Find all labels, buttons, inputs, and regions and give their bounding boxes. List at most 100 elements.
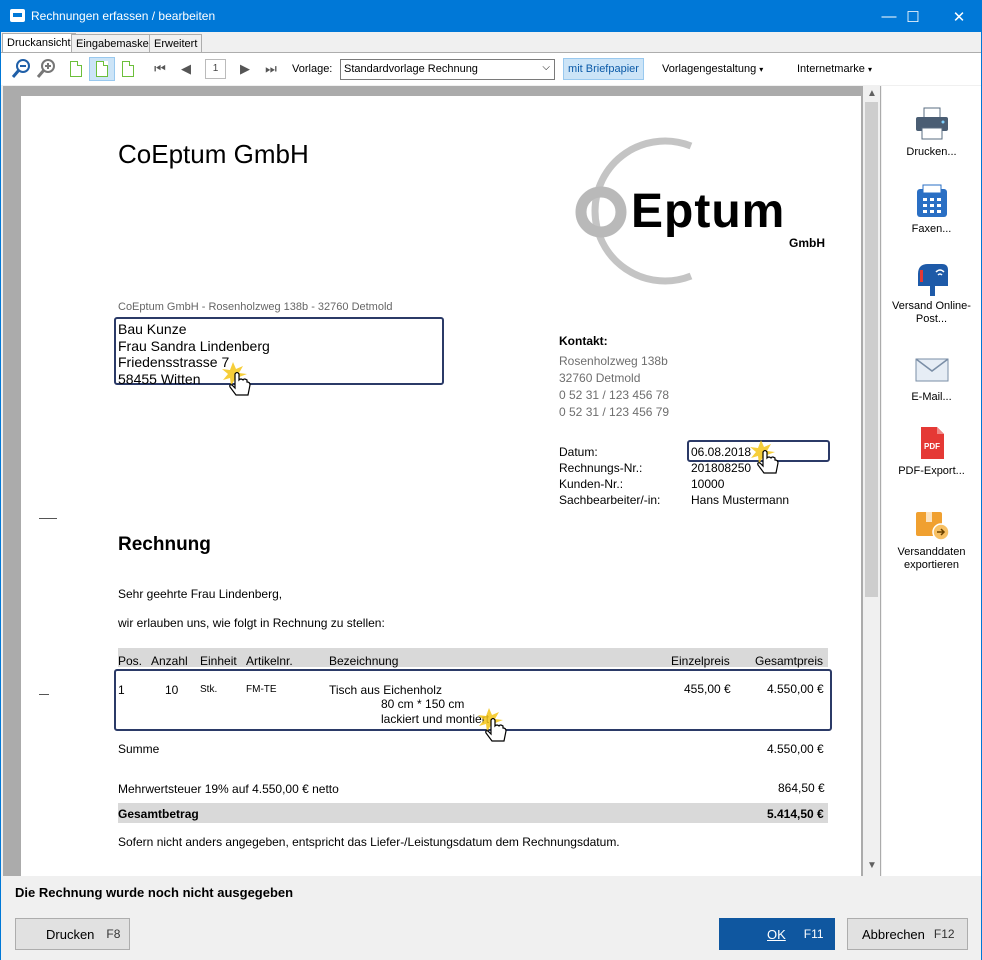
close-button[interactable]: ✕ (936, 1, 982, 32)
scroll-thumb[interactable] (865, 102, 878, 597)
drucken-action[interactable]: Drucken... (882, 106, 981, 159)
abbrechen-button[interactable]: Abbrechen F12 (847, 918, 968, 950)
zoom-out-button[interactable] (9, 57, 33, 81)
row-artikelnr: FM-TE (246, 684, 277, 695)
document-heading: Rechnung (118, 534, 211, 555)
zoom-out-icon (11, 59, 30, 78)
col-einheit: Einheit (200, 654, 237, 668)
col-anzahl: Anzahl (151, 654, 188, 668)
logo-text: Eptum (631, 185, 786, 238)
drucken-button[interactable]: Drucken F8 (15, 918, 130, 950)
internetmarke-label: Internetmarke (797, 63, 865, 75)
salutation: Sehr geehrte Frau Lindenberg, (118, 587, 283, 601)
kontakt-title: Kontakt: (559, 334, 608, 348)
maximize-button[interactable]: ☐ (890, 1, 936, 32)
vertical-scrollbar[interactable]: ▲ ▼ (863, 86, 880, 876)
svg-text:PDF: PDF (924, 442, 940, 451)
vorlage-label: Vorlage: (292, 63, 333, 75)
internetmarke-menu[interactable]: Internetmarke ▾ (797, 63, 872, 75)
mailbox-icon (914, 260, 950, 296)
mwst-label: Mehrwertsteuer 19% auf 4.550,00 € netto (118, 782, 339, 796)
fax-icon (914, 183, 950, 219)
page-width-button[interactable] (89, 57, 115, 81)
vorlage-select[interactable]: Standardvorlage Rechnung ⌵ (340, 59, 555, 80)
scroll-down-icon[interactable]: ▼ (867, 860, 877, 871)
recipient-line: Frau Sandra Lindenberg (118, 337, 270, 354)
full-page-button[interactable] (117, 57, 139, 81)
tab-druckansicht[interactable]: Druckansicht (2, 33, 76, 53)
vorlagengestaltung-label: Vorlagengestaltung (662, 63, 757, 75)
next-page-button[interactable]: ▶ (236, 57, 254, 81)
last-page-button[interactable]: ⏭ (262, 57, 280, 81)
meta-labels: Datum: Rechnungs-Nr.: Kunden-Nr.: Sachbe… (559, 444, 660, 508)
prev-page-button[interactable]: ◀ (177, 57, 195, 81)
hand-cursor-icon (221, 362, 257, 400)
last-page-icon: ⏭ (265, 61, 277, 76)
single-page-button[interactable] (65, 57, 87, 81)
meta-label: Sachbearbeiter/-in: (559, 493, 661, 507)
abbrechen-button-label: Abbrechen (862, 926, 925, 942)
online-post-action[interactable]: Versand Online-Post... (882, 260, 981, 326)
gesamt-value: 5.414,50 € (767, 807, 824, 821)
zoom-in-icon (36, 59, 55, 78)
total-bar (118, 803, 828, 823)
company-name: CoEptum GmbH (118, 139, 309, 169)
punch-mark (39, 694, 49, 695)
status-message: Die Rechnung wurde noch nicht ausgegeben (15, 885, 294, 900)
first-page-button[interactable]: ⏮ (151, 57, 169, 81)
page-full-icon (122, 61, 134, 77)
vorlagengestaltung-menu[interactable]: Vorlagengestaltung ▾ (662, 63, 763, 75)
drucken-button-label: Drucken (46, 926, 95, 942)
page-width-icon (96, 61, 108, 77)
zoom-in-button[interactable] (34, 57, 58, 81)
col-artikelnr: Artikelnr. (246, 654, 293, 668)
row-gesamtpreis: 4.550,00 € (767, 682, 824, 696)
tab-erweitert[interactable]: Erweitert (149, 34, 203, 53)
versanddaten-action-label: Versanddaten exportieren (897, 546, 966, 571)
kontakt-line: 32760 Detmold (559, 371, 641, 385)
row-einheit: Stk. (200, 684, 218, 695)
chevron-down-icon: ⌵ (542, 62, 550, 73)
company-logo: Eptum GmbH (561, 136, 831, 286)
bottom-button-bar: Drucken F8 OK F11 Abbrechen F12 (1, 907, 981, 960)
pdf-export-action-label: PDF-Export... (898, 465, 965, 477)
ok-button[interactable]: OK F11 (719, 918, 835, 950)
tab-eingabemaske[interactable]: Eingabemaske (71, 34, 154, 53)
print-preview[interactable]: CoEptum GmbH Eptum GmbH CoEptum GmbH - R… (3, 86, 881, 876)
row-pos: 1 (118, 683, 125, 697)
recipient-line: Bau Kunze (118, 321, 187, 337)
kontakt-line: Rosenholzweg 138b (559, 354, 668, 368)
next-page-icon: ▶ (240, 61, 250, 76)
email-action[interactable]: E-Mail... (882, 351, 981, 404)
col-einzelpreis: Einzelpreis (671, 654, 730, 668)
summe-value: 4.550,00 € (767, 742, 824, 756)
logo-subtext: GmbH (789, 236, 825, 250)
window-title: Rechnungen erfassen / bearbeiten (31, 9, 216, 23)
prev-page-icon: ◀ (181, 61, 191, 76)
gesamt-label: Gesamtbetrag (118, 807, 199, 821)
row-anzahl: 10 (165, 683, 179, 697)
fold-mark (39, 518, 57, 519)
abbrechen-shortcut: F12 (933, 927, 955, 941)
dropdown-arrow-icon: ▾ (759, 65, 764, 74)
tab-bar: Druckansicht Eingabemaske Erweitert (1, 33, 981, 54)
title-bar: Rechnungen erfassen / bearbeiten — ☐ ✕ (1, 1, 981, 32)
kontakt-block: Rosenholzweg 138b 32760 Detmold 0 52 31 … (559, 353, 669, 421)
scroll-up-icon[interactable]: ▲ (867, 88, 877, 99)
versanddaten-action[interactable]: Versanddaten exportieren (882, 506, 981, 572)
app-icon (10, 9, 25, 22)
summe-label: Summe (118, 742, 160, 756)
row-detail: lackiert und montiert (381, 712, 490, 726)
vorlage-value: Standardvorlage Rechnung (344, 63, 478, 75)
meta-value: 10000 (691, 477, 725, 491)
meta-label: Datum: (559, 445, 598, 459)
pdf-icon: PDF (914, 425, 950, 461)
sender-line: CoEptum GmbH - Rosenholzweg 138b - 32760… (118, 301, 393, 313)
pdf-export-action[interactable]: PDF PDF-Export... (882, 425, 981, 478)
briefpapier-button[interactable]: mit Briefpapier (563, 58, 644, 80)
kontakt-line: 0 52 31 / 123 456 79 (559, 405, 670, 419)
row-bezeichnung: Tisch aus Eichenholz (329, 683, 442, 697)
meta-value: Hans Mustermann (691, 493, 790, 507)
page-number-input[interactable]: 1 (205, 59, 226, 79)
faxen-action[interactable]: Faxen... (882, 183, 981, 236)
